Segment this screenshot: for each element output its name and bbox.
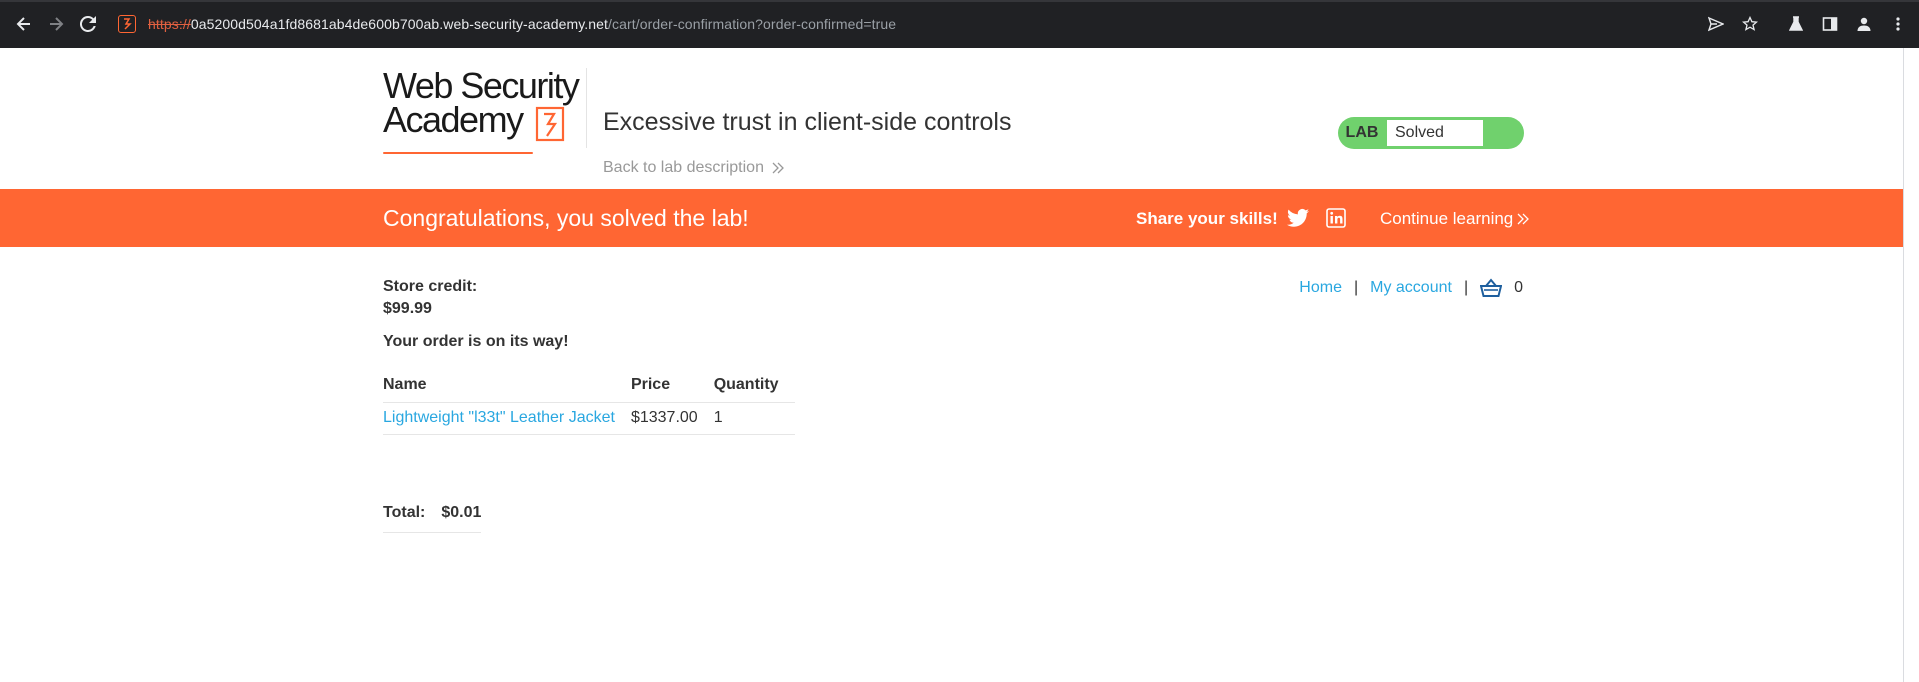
lab-header: Web Security Academy Excessive trust in … [0,48,1919,189]
table-row: Lightweight "l33t" Leather Jacket $1337.… [383,402,795,435]
web-security-academy-logo[interactable]: Web Security Academy [383,68,585,154]
total-value: $0.01 [441,502,482,533]
solved-banner: Congratulations, you solved the lab! Sha… [0,189,1903,247]
header-divider [586,68,587,148]
kebab-menu-icon[interactable] [1883,8,1913,40]
back-arrow-icon[interactable] [8,8,40,40]
reload-icon[interactable] [72,8,104,40]
bookmark-star-icon[interactable] [1735,8,1765,40]
store-credit-value: $99.99 [383,300,432,317]
logo-underline [383,152,533,154]
back-to-lab-description-link[interactable]: Back to lab description [603,159,784,177]
url-text: https://0a5200d504a1fd8681ab4de600b700ab… [148,16,897,32]
order-confirmation-message: Your order is on its way! [383,333,569,350]
labs-flask-icon[interactable] [1781,8,1811,40]
continue-learning-link[interactable]: Continue learning [1380,209,1530,229]
browser-toolbar: https://0a5200d504a1fd8681ab4de600b700ab… [0,0,1919,48]
cart-count: 0 [1514,279,1523,296]
order-total-table: Total: $0.01 [383,502,482,533]
badge-status-text: Solved [1386,119,1484,147]
cart-link[interactable]: 0 [1480,278,1523,298]
logo-text-line2: Academy [383,99,524,140]
store-credit-label: Store credit: [383,278,478,295]
tab-strip [0,0,1919,2]
column-header-quantity: Quantity [713,374,795,403]
badge-lab-label: LAB [1345,124,1379,141]
share-skills-label: Share your skills! [1136,209,1278,228]
profile-icon[interactable] [1849,8,1879,40]
lab-status-badge: LAB Solved [1338,117,1524,149]
home-link[interactable]: Home [1299,279,1342,297]
page-content: Web Security Academy Excessive trust in … [0,48,1919,682]
column-header-price: Price [630,374,714,403]
table-header-row: Name Price Quantity [383,374,795,403]
double-chevron-right-icon [1517,213,1530,225]
total-row: Total: $0.01 [383,502,482,533]
lab-title: Excessive trust in client-side controls [603,108,1012,136]
product-quantity: 1 [713,402,795,435]
top-navigation: Home | My account | 0 [1299,278,1523,298]
site-favicon-icon [118,15,136,33]
nav-separator: | [1463,279,1469,296]
back-link-label: Back to lab description [603,159,764,176]
address-bar[interactable]: https://0a5200d504a1fd8681ab4de600b700ab… [118,7,1701,41]
congratulations-message: Congratulations, you solved the lab! [383,205,749,231]
side-panel-icon[interactable] [1815,8,1845,40]
double-chevron-right-icon [772,162,784,174]
shopping-basket-icon [1480,278,1503,297]
forward-arrow-icon[interactable] [40,8,72,40]
nav-separator: | [1353,279,1359,296]
twitter-icon[interactable] [1287,208,1309,228]
linkedin-icon[interactable] [1326,208,1346,228]
order-items-table: Name Price Quantity Lightweight "l33t" L… [383,374,795,435]
send-icon[interactable] [1701,8,1731,40]
continue-learning-label: Continue learning [1380,209,1514,228]
column-header-name: Name [383,374,631,403]
total-label: Total: [383,502,442,533]
product-price: $1337.00 [630,402,714,435]
logo-lightning-icon [535,106,565,142]
product-name-link[interactable]: Lightweight "l33t" Leather Jacket [383,409,615,426]
scrollbar-gutter [1903,48,1919,682]
my-account-link[interactable]: My account [1370,279,1452,297]
